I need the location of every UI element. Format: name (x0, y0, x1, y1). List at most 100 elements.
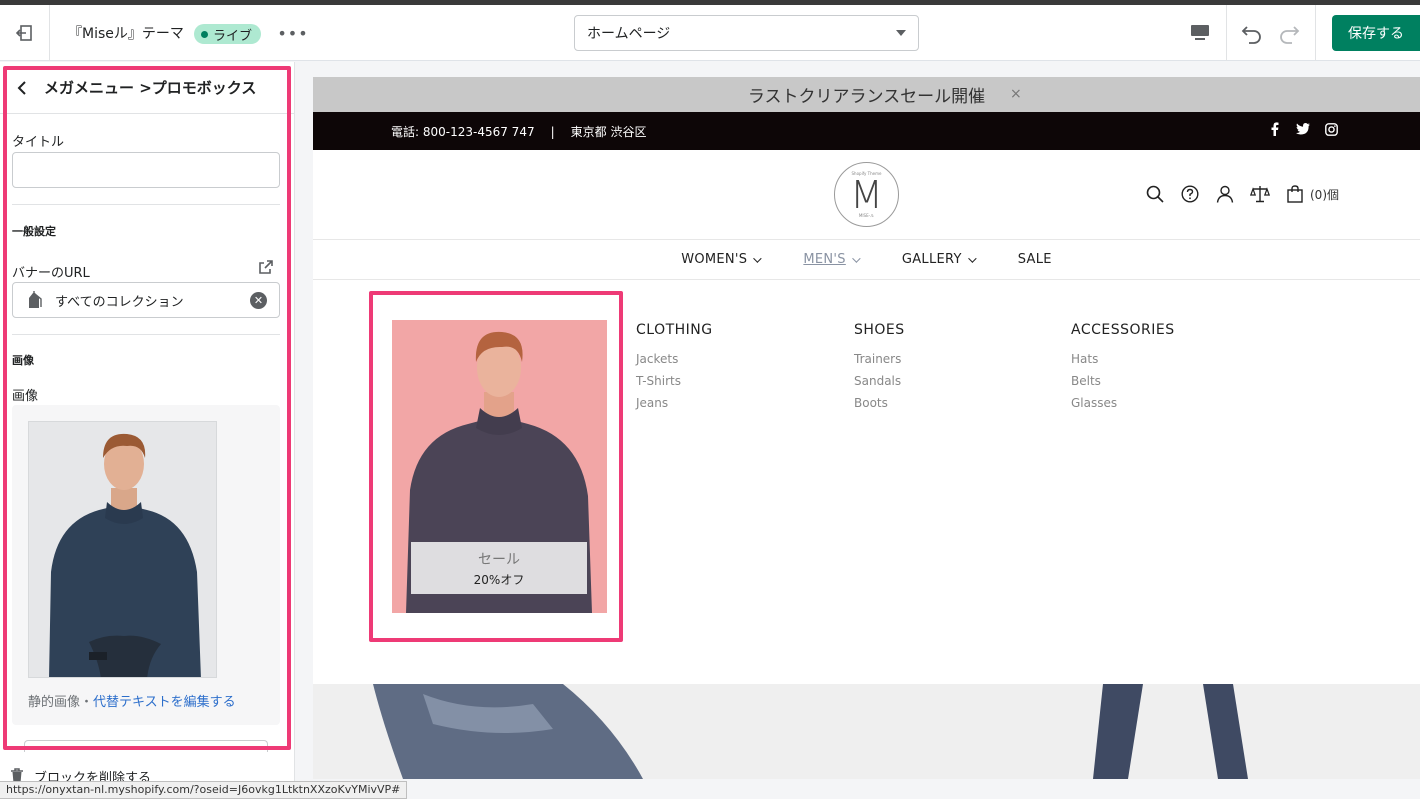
device-preview-button[interactable] (1186, 21, 1214, 45)
back-chevron-icon (17, 81, 26, 95)
help-button[interactable] (1180, 184, 1200, 204)
announcement-close-button[interactable]: × (1010, 86, 1022, 102)
menu-column-clothing: CLOTHING Jackets T-Shirts Jeans (636, 322, 713, 418)
compare-icon (1250, 186, 1270, 203)
image-thumbnail[interactable] (28, 421, 217, 678)
more-actions-button[interactable]: ••• (277, 21, 309, 45)
promo-box[interactable]: セール 20%オフ (392, 320, 607, 613)
nav-item-womens[interactable]: WOMEN'S (681, 252, 763, 267)
page-selector[interactable]: ホームページ (574, 15, 919, 51)
facebook-link[interactable] (1268, 122, 1282, 136)
edit-alt-text-link[interactable]: 代替テキストを編集する (93, 695, 236, 710)
redo-icon (1280, 26, 1300, 44)
more-icon: ••• (277, 23, 309, 43)
chevron-down-icon (852, 253, 861, 263)
clear-url-button[interactable]: ✕ (250, 292, 267, 309)
save-button[interactable]: 保存する (1332, 15, 1420, 51)
menu-link[interactable]: Sandals (854, 374, 905, 388)
menu-link[interactable]: Hats (1071, 352, 1175, 366)
cart-button[interactable] (1285, 184, 1305, 204)
topbar-divider (1226, 5, 1227, 61)
collection-tag-icon (29, 291, 42, 308)
nav-item-gallery[interactable]: GALLERY (902, 252, 977, 267)
sidebar-title: メガメニュー >プロモボックス (44, 79, 257, 97)
image-heading: 画像 (12, 354, 34, 367)
nav-item-sale[interactable]: SALE (1018, 252, 1052, 267)
browser-status-url: https://onyxtan-nl.myshopify.com/?oseid=… (0, 781, 408, 799)
menu-link[interactable]: Jackets (636, 352, 713, 366)
section-divider (12, 204, 280, 205)
menu-link[interactable]: Boots (854, 396, 905, 410)
cart-count[interactable]: (0)個 (1310, 186, 1339, 203)
image-field-label: 画像 (12, 389, 39, 404)
desktop-icon (1191, 25, 1209, 40)
promo-label: セール 20%オフ (411, 542, 587, 594)
menu-column-title[interactable]: CLOTHING (636, 322, 713, 338)
menu-column-title[interactable]: SHOES (854, 322, 905, 338)
title-input[interactable] (12, 152, 280, 188)
menu-link[interactable]: Glasses (1071, 396, 1175, 410)
info-separator: | (550, 125, 555, 139)
phone-number: 電話: 800-123-4567 747 (391, 125, 535, 139)
image-meta: 静的画像・代替テキストを編集する (28, 691, 236, 710)
store-preview: ラストクリアランスセール開催 × 電話: 800-123-4567 747 | 東京… (313, 77, 1420, 779)
page-selector-value: ホームページ (587, 26, 671, 42)
logo-subtext: MISE-ル (858, 212, 875, 218)
twitter-icon (1296, 123, 1310, 135)
open-link-button[interactable] (258, 259, 274, 275)
static-image-text: 静的画像・ (28, 695, 94, 710)
live-badge-label: ライブ (213, 28, 253, 44)
contact-info: 電話: 800-123-4567 747 | 東京都 渋谷区 (391, 123, 646, 140)
promo-title: セール (478, 551, 520, 568)
image-picker-card: 静的画像・代替テキストを編集する (12, 405, 280, 725)
store-address: 東京都 渋谷区 (570, 125, 647, 139)
banner-url-field[interactable]: すべてのコレクション ✕ (12, 282, 280, 318)
section-divider (12, 334, 280, 335)
compare-button[interactable] (1250, 184, 1270, 204)
back-button[interactable] (14, 79, 30, 97)
main-navigation: WOMEN'S MEN'S GALLERY SALE (313, 240, 1420, 280)
account-button[interactable] (1215, 184, 1235, 204)
hero-banner-peek (313, 684, 1420, 779)
cart-icon (1287, 185, 1303, 203)
hero-image (313, 684, 1420, 779)
search-button[interactable] (1145, 184, 1165, 204)
menu-link[interactable]: Trainers (854, 352, 905, 366)
store-header: Shopify Theme M MISE-ル (0)個 (313, 150, 1420, 240)
editor-topbar: 『Miseル』テーマ ライブ ••• ホームページ 保存する (0, 5, 1420, 61)
settings-sidebar: メガメニュー >プロモボックス タイトル 一般設定 バナーのURL すべてのコレ… (0, 62, 295, 799)
exit-icon (15, 25, 32, 41)
header-actions: (0)個 (1145, 184, 1339, 204)
live-status-badge: ライブ (194, 24, 262, 44)
announcement-bar: ラストクリアランスセール開催 × (313, 77, 1420, 112)
model-photo (29, 422, 216, 677)
info-bar: 電話: 800-123-4567 747 | 東京都 渋谷区 (313, 112, 1420, 150)
account-icon (1216, 185, 1234, 203)
exit-editor-button[interactable] (0, 5, 50, 61)
menu-link[interactable]: Jeans (636, 396, 713, 410)
undo-icon (1241, 26, 1261, 44)
nav-item-mens[interactable]: MEN'S (803, 252, 861, 267)
social-links (1268, 122, 1338, 136)
change-image-button[interactable] (24, 740, 268, 752)
menu-link[interactable]: T-Shirts (636, 374, 713, 388)
live-dot-icon (201, 30, 208, 38)
nav-label: WOMEN'S (681, 252, 748, 267)
menu-link[interactable]: Belts (1071, 374, 1175, 388)
search-icon (1146, 185, 1164, 203)
redo-button[interactable] (1276, 21, 1302, 47)
topbar-divider (1315, 5, 1316, 61)
twitter-link[interactable] (1296, 122, 1310, 136)
promo-discount: 20%オフ (473, 572, 525, 587)
store-logo[interactable]: Shopify Theme M MISE-ル (834, 162, 899, 227)
banner-url-value: すべてのコレクション (55, 294, 184, 310)
menu-column-title[interactable]: ACCESSORIES (1071, 322, 1175, 338)
external-link-icon (259, 260, 273, 274)
instagram-link[interactable] (1324, 122, 1338, 136)
help-icon (1181, 185, 1199, 203)
undo-button[interactable] (1239, 21, 1265, 47)
clear-icon: ✕ (253, 294, 264, 307)
menu-column-shoes: SHOES Trainers Sandals Boots (854, 322, 905, 418)
instagram-icon (1324, 122, 1338, 136)
facebook-icon (1271, 122, 1279, 136)
